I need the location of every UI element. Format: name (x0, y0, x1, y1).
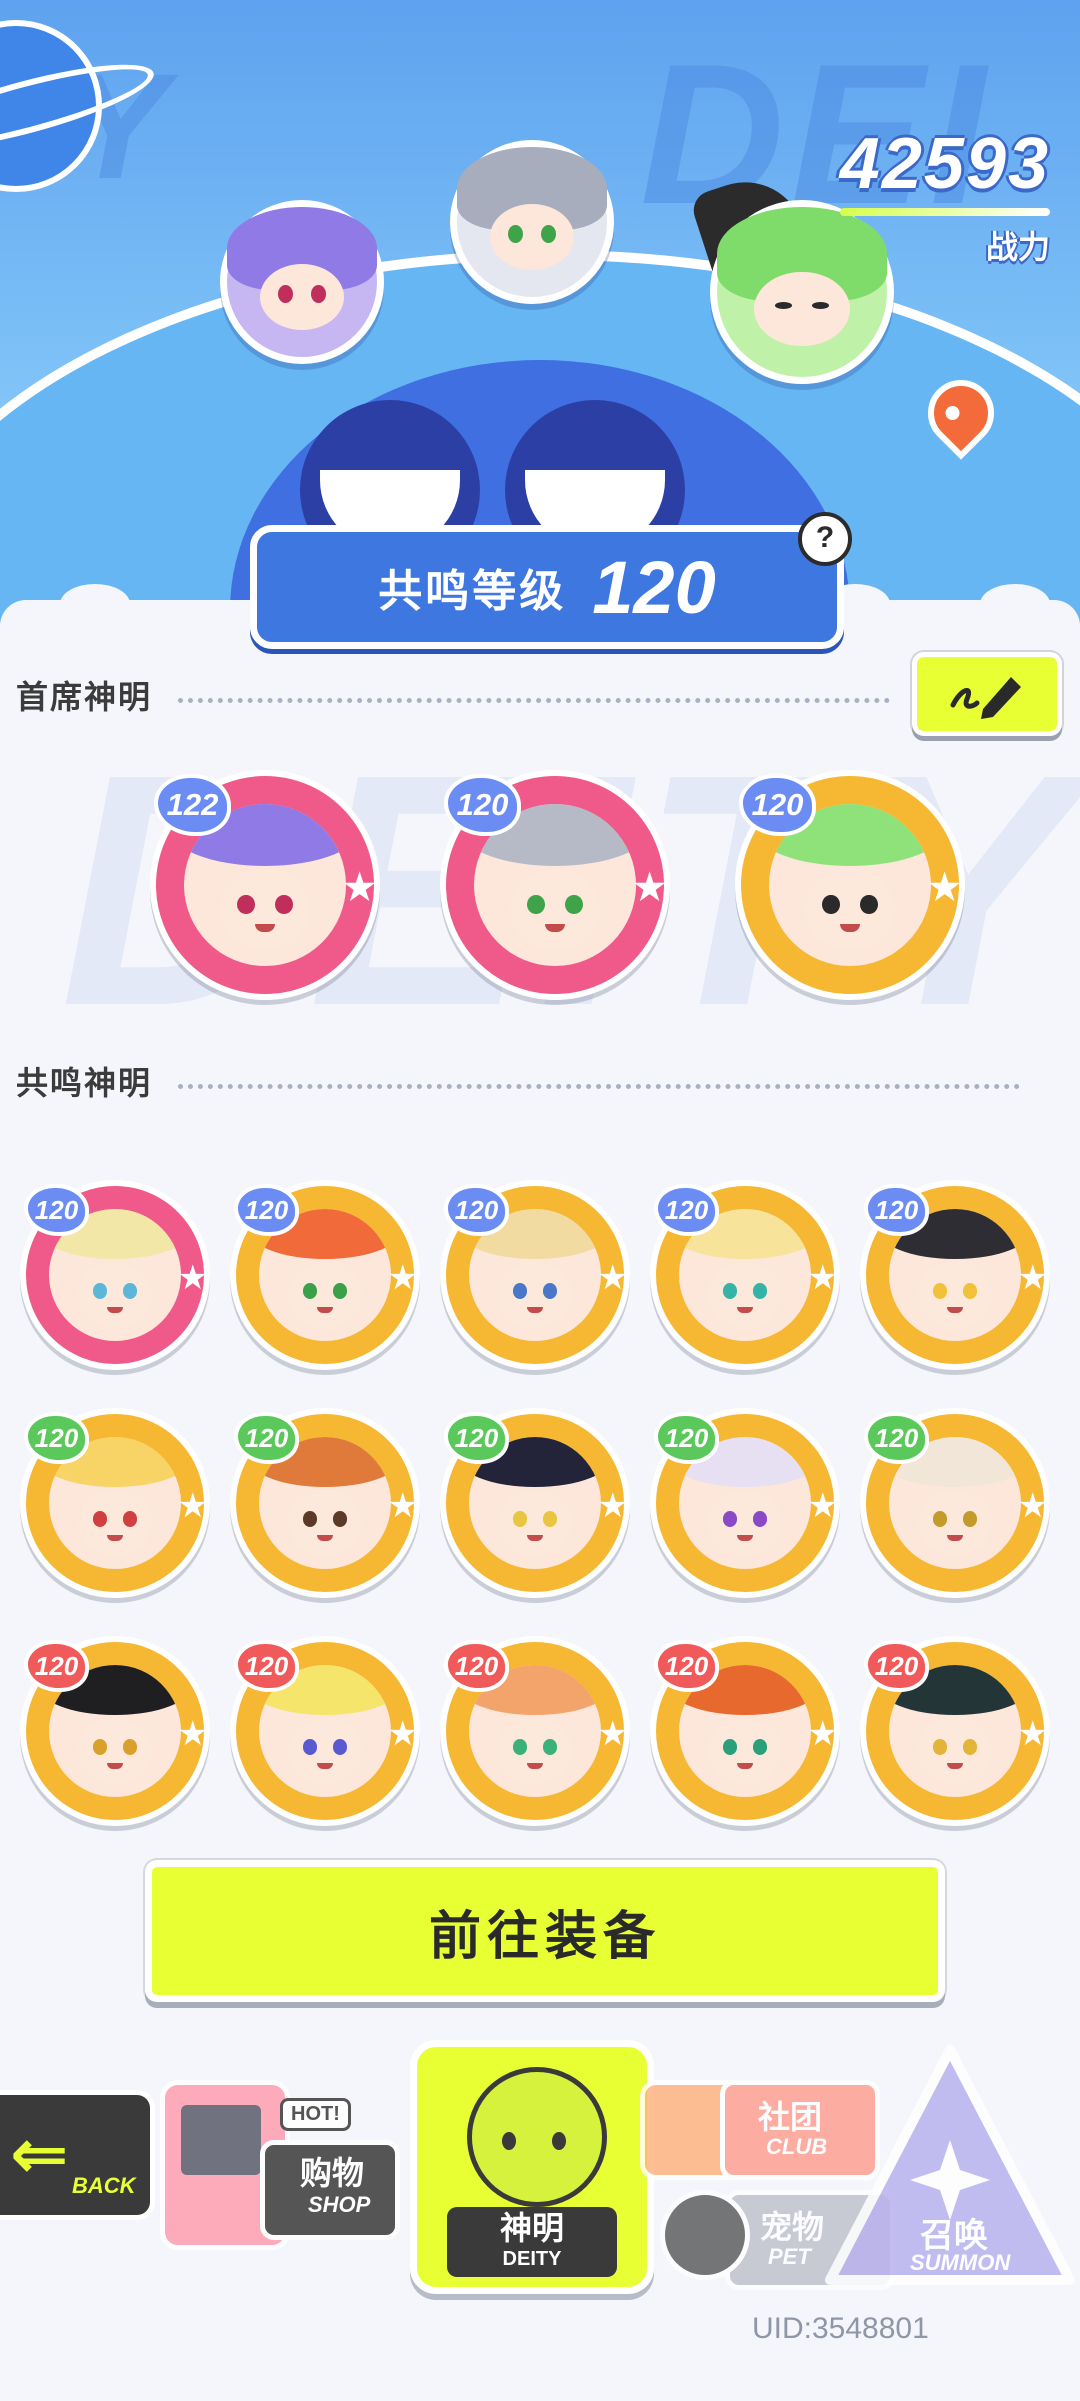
resonance-level-panel: 共鸣等级 120 (250, 525, 844, 649)
pencil-icon (950, 677, 1021, 719)
level-badge: 120 (24, 1412, 89, 1464)
star-icon: ★ (1017, 1259, 1048, 1297)
deity-mascot-icon (467, 2067, 607, 2207)
resonance-level-label: 共鸣等级 (378, 567, 567, 616)
nav-summon-label-en: SUMMON (910, 2250, 1011, 2275)
level-badge: 120 (654, 1184, 719, 1236)
star-icon: ★ (1017, 1487, 1048, 1525)
star-icon: ★ (807, 1487, 838, 1525)
resonance-deity-avatar[interactable]: 120 ★ (20, 1636, 210, 1826)
star-icon: ★ (597, 1259, 628, 1297)
star-icon: ★ (926, 864, 963, 910)
divider (178, 1084, 1020, 1089)
chief-deity-avatar[interactable]: 122 ★ (150, 770, 380, 1000)
question-icon[interactable]: ? (798, 512, 852, 566)
level-badge: 120 (24, 1640, 89, 1692)
resonance-deity-avatar[interactable]: 120 ★ (860, 1180, 1050, 1370)
go-equip-button[interactable]: 前往装备 (145, 1860, 945, 2002)
level-badge: 120 (234, 1640, 299, 1692)
level-badge: 120 (24, 1184, 89, 1236)
nav-deity-label: 神明 (499, 2210, 564, 2246)
star-icon: ★ (807, 1259, 838, 1297)
resonance-deity-avatar[interactable]: 120 ★ (230, 1180, 420, 1370)
nav-pet-label-en: PET (768, 2244, 811, 2269)
resonance-deity-avatar[interactable]: 120 ★ (650, 1636, 840, 1826)
divider (178, 698, 890, 703)
star-icon: ★ (597, 1715, 628, 1753)
combat-power-value: 42593 (839, 124, 1050, 204)
arrow-left-icon: ⇐ (10, 2115, 69, 2193)
nav-deity-label-en: DEITY (502, 2248, 562, 2270)
edit-button[interactable] (912, 652, 1062, 736)
resonance-deities-title: 共鸣神明 (16, 1065, 153, 1101)
resonance-deity-avatar[interactable]: 120 ★ (860, 1408, 1050, 1598)
resonance-deity-avatar[interactable]: 120 ★ (440, 1636, 630, 1826)
level-badge: 120 (234, 1412, 299, 1464)
level-badge: 120 (864, 1640, 929, 1692)
resonance-deity-avatar[interactable]: 120 ★ (860, 1636, 1050, 1826)
combat-power-underline (840, 208, 1050, 216)
level-badge: 120 (444, 1184, 509, 1236)
star-icon: ★ (387, 1259, 418, 1297)
chief-deities-title: 首席神明 (16, 679, 153, 715)
nav-deity[interactable]: 神明 DEITY (410, 2040, 654, 2294)
resonance-level-value: 120 (592, 545, 716, 629)
resonance-deity-avatar[interactable]: 120 ★ (650, 1180, 840, 1370)
star-icon: ★ (177, 1715, 208, 1753)
nav-club-label-en: CLUB (766, 2134, 828, 2159)
chief-deity-figure-2[interactable] (450, 140, 614, 304)
star-icon: ★ (177, 1487, 208, 1525)
chief-deity-avatar[interactable]: 120 ★ (735, 770, 965, 1000)
resonance-deity-avatar[interactable]: 120 ★ (230, 1408, 420, 1598)
combat-power-label: 战力 (985, 229, 1050, 265)
resonance-deity-avatar[interactable]: 120 ★ (650, 1408, 840, 1598)
level-badge: 120 (654, 1640, 719, 1692)
level-badge: 122 (154, 774, 231, 836)
nav-shop[interactable]: HOT! 购物 SHOP (160, 2060, 400, 2250)
nav-shop-label-en: SHOP (308, 2192, 371, 2217)
level-badge: 120 (864, 1184, 929, 1236)
nav-deity-labelbox: 神明 DEITY (447, 2207, 617, 2277)
star-icon: ★ (177, 1259, 208, 1297)
resonance-deity-avatar[interactable]: 120 ★ (20, 1180, 210, 1370)
nav-club-label: 社团 (758, 2099, 823, 2135)
chief-deity-figure-1[interactable] (220, 200, 384, 364)
resonance-deity-avatar[interactable]: 120 ★ (440, 1408, 630, 1598)
star-icon: ★ (631, 864, 668, 910)
star-icon: ★ (807, 1715, 838, 1753)
uid-text: UID:3548801 (752, 2312, 929, 2345)
resonance-deity-avatar[interactable]: 120 ★ (20, 1408, 210, 1598)
hot-badge: HOT! (280, 2098, 351, 2131)
level-badge: 120 (864, 1412, 929, 1464)
star-icon: ★ (1017, 1715, 1048, 1753)
lock-icon (660, 2190, 750, 2280)
chief-deity-avatar[interactable]: 120 ★ (440, 770, 670, 1000)
level-badge: 120 (444, 774, 521, 836)
level-badge: 120 (234, 1184, 299, 1236)
star-icon: ★ (341, 864, 378, 910)
nav-pet-label: 宠物 (760, 2209, 825, 2245)
level-badge: 120 (654, 1412, 719, 1464)
level-badge: 120 (444, 1640, 509, 1692)
resonance-deity-avatar[interactable]: 120 ★ (440, 1180, 630, 1370)
combat-power: 42593 战力 (840, 128, 1050, 268)
back-button[interactable]: ⇐ BACK (0, 2090, 155, 2220)
back-label: BACK (72, 2173, 136, 2198)
star-icon: ★ (597, 1487, 628, 1525)
nav-shop-label: 购物 (300, 2155, 365, 2191)
level-badge: 120 (739, 774, 816, 836)
resonance-deity-avatar[interactable]: 120 ★ (230, 1636, 420, 1826)
star-icon: ★ (387, 1487, 418, 1525)
level-badge: 120 (444, 1412, 509, 1464)
nav-summon[interactable]: 召唤 SUMMON (820, 2030, 1080, 2290)
star-icon: ★ (387, 1715, 418, 1753)
